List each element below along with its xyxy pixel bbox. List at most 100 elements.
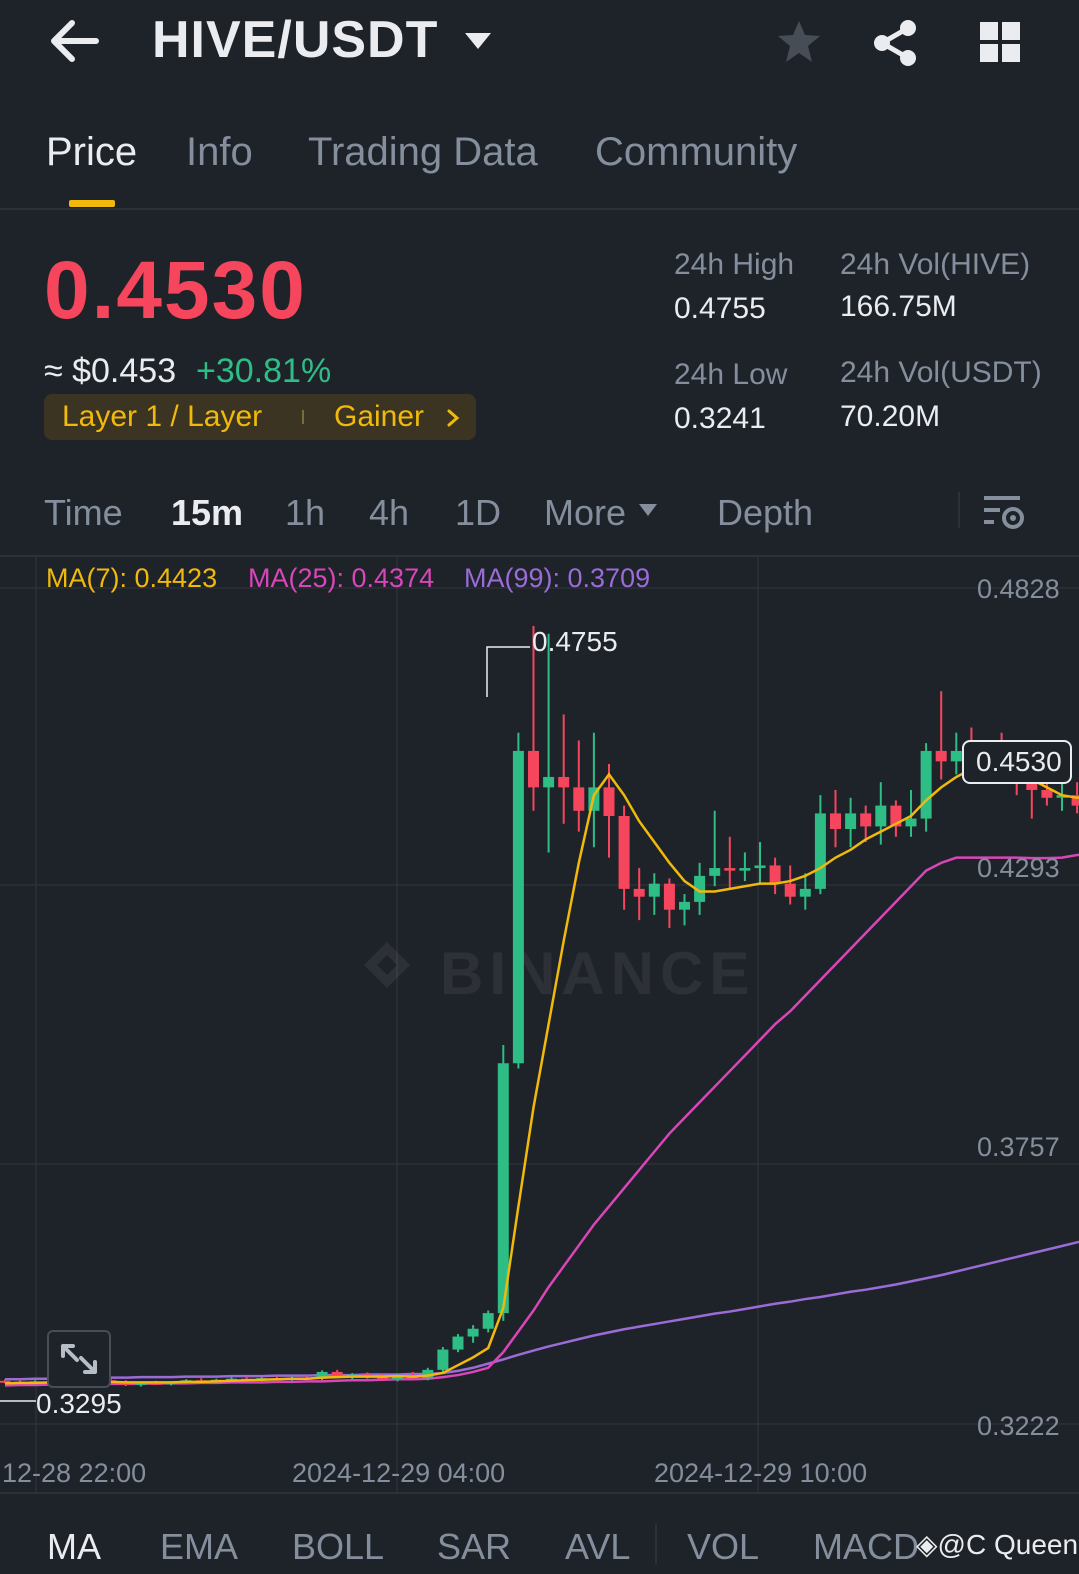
candle-down — [784, 865, 796, 905]
ma25-line — [4, 853, 1079, 1387]
indicator-ema[interactable]: EMA — [160, 1526, 238, 1568]
depth-button[interactable]: Depth — [717, 492, 813, 534]
interval-1h[interactable]: 1h — [285, 492, 325, 534]
divider — [958, 492, 960, 528]
stat-vol-base-label: 24h Vol(HIVE) — [840, 248, 1031, 281]
candle-down — [618, 805, 630, 910]
author-tag-text: @C Queen — [937, 1529, 1079, 1560]
candle-up — [482, 1310, 494, 1333]
candle-body — [845, 813, 857, 830]
y-axis-label: 0.4828 — [977, 574, 1060, 604]
svg-text:BINANCE: BINANCE — [440, 940, 755, 1007]
candle-body — [558, 776, 570, 788]
indicator-avl[interactable]: AVL — [565, 1526, 630, 1568]
interval-time[interactable]: Time — [44, 492, 123, 534]
interval-more[interactable]: More — [544, 492, 626, 534]
stat-vol-quote-label: 24h Vol(USDT) — [840, 356, 1042, 389]
candle-down — [724, 836, 736, 889]
candle-up — [920, 743, 932, 832]
candle-body — [875, 805, 887, 827]
candle-up — [648, 873, 660, 915]
caret-down-icon[interactable] — [463, 30, 493, 52]
candle-body — [633, 888, 645, 897]
y-axis-label: 0.3222 — [977, 1411, 1060, 1441]
y-axis-label: 0.4293 — [977, 853, 1060, 883]
candle-up — [799, 873, 811, 910]
tab-trading-data[interactable]: Trading Data — [308, 130, 538, 175]
candle-body — [724, 868, 736, 871]
tab-community[interactable]: Community — [595, 130, 797, 175]
candle-body — [860, 813, 872, 827]
candle-body — [573, 787, 585, 811]
candle-up — [814, 795, 826, 895]
current-price-tag-value: 0.4530 — [976, 746, 1062, 777]
candle-body — [905, 818, 917, 827]
candle-down — [558, 714, 570, 824]
back-arrow-icon[interactable] — [48, 18, 100, 64]
candle-down — [890, 800, 902, 837]
ma7-line — [4, 762, 1079, 1385]
candle-body — [1041, 789, 1053, 798]
tag-separator — [302, 410, 304, 424]
usd-price: ≈ $0.453 — [44, 352, 177, 390]
star-icon[interactable] — [775, 18, 823, 66]
candle-up — [709, 810, 721, 887]
candle-body — [830, 813, 841, 830]
ma99-line — [5, 1240, 1079, 1381]
active-tab-indicator — [69, 200, 115, 207]
candle-down — [830, 789, 841, 848]
high-marker-line — [486, 646, 530, 697]
caret-down-icon[interactable] — [638, 503, 658, 517]
chevron-right-icon[interactable] — [446, 408, 460, 428]
candle-down — [935, 691, 947, 780]
grid-icon[interactable] — [978, 20, 1022, 64]
candle-up — [845, 797, 857, 848]
candle-body — [467, 1328, 479, 1337]
indicator-ma[interactable]: MA — [47, 1526, 101, 1568]
candle-body — [648, 883, 660, 897]
candle-body — [754, 865, 766, 869]
tab-price[interactable]: Price — [46, 130, 137, 175]
candle-body — [709, 868, 721, 876]
x-axis-label: 12-28 22:00 — [2, 1458, 147, 1488]
pair-title[interactable]: HIVE/USDT — [152, 10, 438, 70]
candle-up — [950, 732, 962, 775]
candle-up — [437, 1346, 449, 1372]
interval-1d[interactable]: 1D — [455, 492, 501, 534]
candle-body — [739, 868, 751, 871]
tag-gainer[interactable]: Gainer — [334, 400, 424, 434]
candle-body — [950, 750, 962, 762]
candle-body — [452, 1336, 464, 1350]
candlestick-chart[interactable]: BINANCE — [0, 557, 1079, 1492]
candle-down — [573, 740, 585, 832]
indicator-macd[interactable]: MACD — [813, 1526, 919, 1568]
candle-up — [739, 852, 751, 882]
chart-settings-icon[interactable] — [982, 492, 1026, 532]
candle-body — [784, 883, 796, 897]
y-axis-label: 0.3757 — [977, 1132, 1060, 1162]
stat-low-value: 0.3241 — [674, 402, 766, 435]
candle-up — [512, 732, 524, 1069]
divider — [0, 1492, 1079, 1494]
indicator-boll[interactable]: BOLL — [292, 1526, 384, 1568]
tab-info[interactable]: Info — [186, 130, 253, 175]
fullscreen-button[interactable] — [47, 1330, 111, 1388]
candle-body — [769, 865, 781, 884]
candle-down — [633, 868, 645, 921]
interval-15m[interactable]: 15m — [171, 492, 243, 534]
tag-layer[interactable]: Layer 1 / Layer — [62, 400, 262, 434]
low-marker-label: 0.3295 — [36, 1388, 122, 1419]
interval-4h[interactable]: 4h — [369, 492, 409, 534]
share-icon[interactable] — [870, 18, 920, 68]
indicator-vol[interactable]: VOL — [687, 1526, 759, 1568]
binance-watermark: BINANCE — [364, 940, 755, 1007]
indicator-sar[interactable]: SAR — [437, 1526, 511, 1568]
candle-down — [663, 878, 675, 928]
candle-up — [754, 842, 766, 884]
candle-body — [528, 750, 539, 788]
expand-icon — [61, 1344, 97, 1374]
candle-body — [814, 813, 826, 889]
stat-high-label: 24h High — [674, 248, 795, 281]
candle-up — [467, 1325, 479, 1343]
divider — [0, 208, 1079, 210]
